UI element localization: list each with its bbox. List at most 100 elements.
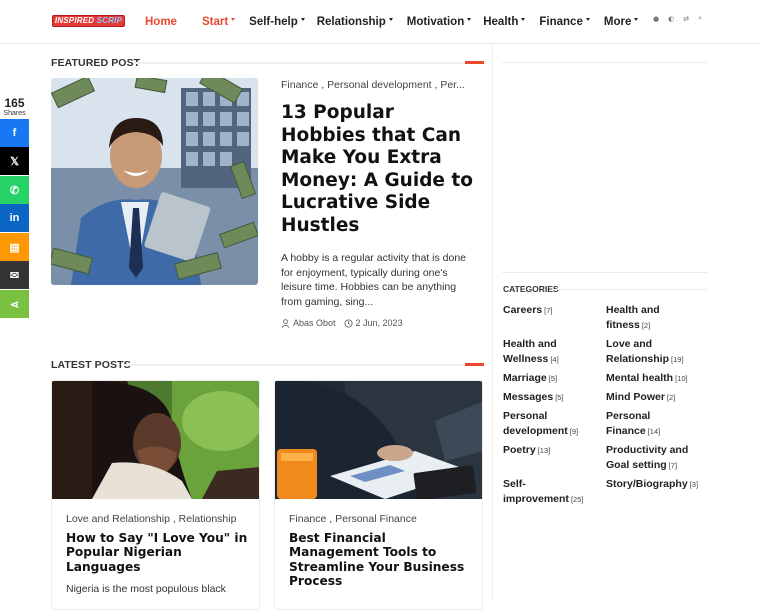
category-label: Careers bbox=[503, 304, 543, 316]
sms-icon: ▤ bbox=[9, 241, 20, 254]
nav-more[interactable]: More bbox=[604, 16, 639, 28]
featured-meta: Abas Obot 2 Jun, 2023 bbox=[281, 318, 403, 328]
post-card-title[interactable]: How to Say "I Love You" in Popular Niger… bbox=[66, 531, 254, 574]
featured-title[interactable]: 13 Popular Hobbies that Can Make You Ext… bbox=[281, 102, 481, 238]
facebook-icon: f bbox=[12, 127, 17, 139]
nav-relationship-label: Relationship bbox=[316, 16, 386, 28]
category-poetry[interactable]: Poetry [13] bbox=[503, 443, 601, 459]
chevron-down-icon bbox=[300, 17, 305, 21]
sidebar-divider bbox=[492, 44, 493, 600]
category-love-and-relationship[interactable]: Love and Relationship [19] bbox=[606, 337, 706, 367]
post-card-title[interactable]: Best Financial Management Tools to Strea… bbox=[289, 531, 477, 589]
category-label: Health and fitness bbox=[606, 304, 660, 331]
nav-self-help[interactable]: Self-help bbox=[249, 16, 305, 28]
category-story-biography[interactable]: Story/Biography [3] bbox=[606, 477, 706, 493]
nav-start-label: Start bbox=[201, 16, 229, 28]
category-label: Poetry bbox=[503, 444, 536, 456]
chevron-down-icon bbox=[467, 17, 472, 21]
category-count: [19] bbox=[671, 354, 684, 364]
nav-health[interactable]: Health bbox=[483, 16, 526, 28]
category-label: Messages bbox=[503, 391, 554, 403]
x-share-button[interactable]: 𝕏 bbox=[0, 147, 29, 175]
featured-date: 2 Jun, 2023 bbox=[355, 318, 403, 328]
email-icon: ✉ bbox=[9, 269, 20, 282]
site-header: INSPIRED SCRIP Home Start Self-help Rela… bbox=[0, 0, 760, 44]
search-icon[interactable]: ⌕ bbox=[698, 14, 702, 23]
user-icon bbox=[281, 318, 290, 328]
category-self-improvement[interactable]: Self-improvement [25] bbox=[503, 477, 601, 507]
category-count: [2] bbox=[666, 393, 676, 402]
category-mental-health[interactable]: Mental health [10] bbox=[606, 371, 706, 387]
category-count: [9] bbox=[569, 426, 579, 436]
category-count: [5] bbox=[555, 393, 564, 402]
category-messages[interactable]: Messages [5] bbox=[503, 390, 601, 406]
category-count: [5] bbox=[548, 374, 558, 383]
sidebar-line bbox=[502, 62, 708, 63]
nav-finance-label: Finance bbox=[539, 16, 583, 28]
theme-toggle-icon[interactable]: ◐ bbox=[668, 15, 674, 23]
category-count: [13] bbox=[537, 446, 551, 455]
post-card[interactable]: Love and Relationship , Relationship How… bbox=[51, 380, 260, 610]
whatsapp-share-button[interactable]: ✆ bbox=[0, 176, 29, 204]
featured-divider-accent bbox=[465, 61, 484, 64]
featured-excerpt: A hobby is a regular activity that is do… bbox=[281, 252, 467, 308]
linkedin-icon: in bbox=[9, 212, 20, 224]
nav-relationship[interactable]: Relationship bbox=[317, 16, 393, 28]
category-careers[interactable]: Careers [7] bbox=[503, 303, 601, 319]
nav-self-help-label: Self-help bbox=[249, 16, 298, 28]
featured-heading: FEATURED POST bbox=[51, 57, 141, 69]
share-count-number: 165 bbox=[4, 96, 25, 110]
post-card[interactable]: Finance , Personal Finance Best Financia… bbox=[274, 380, 483, 610]
featured-post-image[interactable] bbox=[51, 78, 258, 285]
featured-categories[interactable]: Finance , Personal development , Per... bbox=[281, 79, 471, 91]
linkedin-share-button[interactable]: in bbox=[0, 204, 29, 232]
whatsapp-icon: ✆ bbox=[9, 184, 20, 197]
post-card-image[interactable] bbox=[52, 381, 259, 499]
category-count: [2] bbox=[641, 320, 651, 330]
nav-home-label: Home bbox=[145, 16, 177, 28]
nav-start[interactable]: Start bbox=[201, 16, 236, 28]
category-marriage[interactable]: Marriage [5] bbox=[503, 371, 601, 387]
categories-divider bbox=[555, 289, 708, 290]
post-card-categories[interactable]: Love and Relationship , Relationship bbox=[66, 513, 236, 525]
category-count: [3] bbox=[689, 480, 699, 489]
category-personal-development[interactable]: Personal development [9] bbox=[503, 409, 601, 439]
site-logo[interactable]: INSPIRED SCRIP bbox=[52, 15, 125, 27]
share-icon: ⋖ bbox=[9, 298, 20, 311]
logo-text-1: INSPIRED bbox=[54, 16, 97, 25]
post-card-image[interactable] bbox=[275, 381, 482, 499]
chevron-down-icon bbox=[388, 17, 393, 21]
nav-home[interactable]: Home bbox=[145, 16, 177, 28]
featured-divider bbox=[133, 62, 465, 64]
category-health-and-fitness[interactable]: Health and fitness [2] bbox=[606, 303, 706, 333]
nav-motivation[interactable]: Motivation bbox=[407, 16, 472, 28]
dot-icon[interactable]: ● bbox=[653, 15, 659, 23]
chevron-down-icon bbox=[585, 17, 590, 21]
category-mind-power[interactable]: Mind Power [2] bbox=[606, 390, 706, 406]
category-health-and-wellness[interactable]: Health and Wellness [4] bbox=[503, 337, 601, 367]
post-card-excerpt: Nigeria is the most populous black bbox=[66, 583, 226, 595]
category-label: Mind Power bbox=[606, 391, 665, 403]
category-label: Health and Wellness bbox=[503, 338, 557, 365]
category-productivity-and-goal-setting[interactable]: Productivity and Goal setting [7] bbox=[606, 443, 706, 473]
share-count: 165 Shares bbox=[0, 97, 29, 118]
latest-divider bbox=[124, 364, 465, 366]
category-count: [4] bbox=[550, 354, 559, 364]
more-share-button[interactable]: ⋖ bbox=[0, 290, 29, 318]
category-count: [7] bbox=[544, 306, 553, 315]
category-label: Marriage bbox=[503, 372, 547, 384]
category-label: Story/Biography bbox=[606, 478, 688, 490]
random-icon[interactable]: ⇄ bbox=[683, 15, 689, 23]
chevron-down-icon bbox=[521, 17, 526, 21]
nav-finance[interactable]: Finance bbox=[539, 16, 590, 28]
post-card-categories[interactable]: Finance , Personal Finance bbox=[289, 513, 417, 525]
category-personal-finance[interactable]: Personal Finance [14] bbox=[606, 409, 706, 439]
share-count-label: Shares bbox=[3, 110, 26, 117]
featured-author[interactable]: Abas Obot bbox=[293, 318, 336, 328]
facebook-share-button[interactable]: f bbox=[0, 119, 29, 147]
clock-icon bbox=[343, 318, 353, 328]
header-icons: ● ◐ ⇄ ⌕ bbox=[653, 14, 702, 23]
sms-share-button[interactable]: ▤ bbox=[0, 233, 29, 261]
category-count: [25] bbox=[570, 494, 584, 504]
email-share-button[interactable]: ✉ bbox=[0, 261, 29, 289]
